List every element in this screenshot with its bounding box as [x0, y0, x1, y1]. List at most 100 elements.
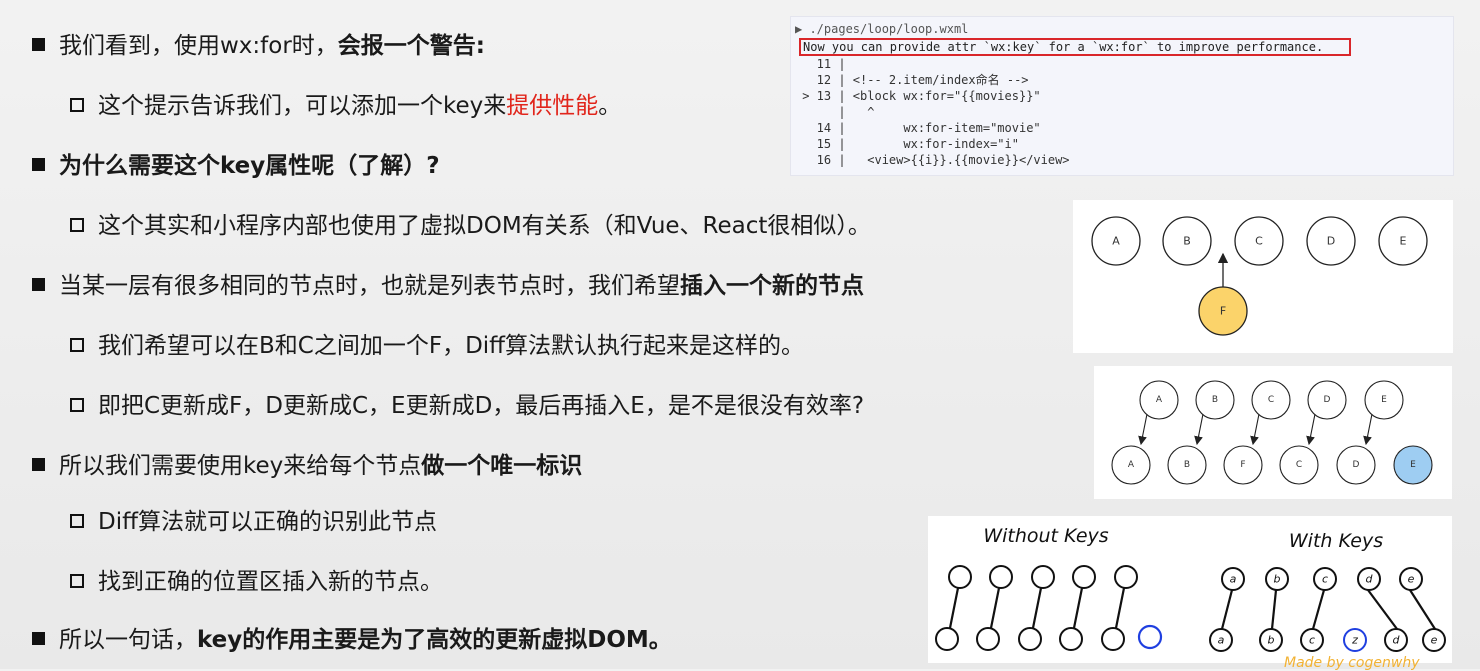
- without-keys-top-node: [1072, 565, 1096, 589]
- bullet-text: 提供性能: [506, 93, 599, 119]
- with-keys-link: [1409, 589, 1436, 630]
- node-label: A: [1112, 235, 1120, 248]
- with-keys-link: [1367, 589, 1398, 630]
- bottom-node-label: A: [1128, 460, 1135, 470]
- bullet-text: 我们看到，使用wx:for时，: [59, 33, 338, 59]
- diff-arrow: [1194, 413, 1204, 446]
- warning-box: Now you can provide attr `wx:key` for a …: [799, 38, 1351, 56]
- with-keys-top-label: b: [1274, 573, 1281, 586]
- sub-bullet-item: 我们希望可以在B和C之间加一个F，Diff算法默认执行起来是这样的。: [70, 326, 804, 366]
- code-line: 14 | wx:for-item="movie": [795, 121, 1041, 135]
- with-keys-top-label: a: [1230, 573, 1237, 586]
- bullet-text: 会报一个警告:: [337, 33, 485, 59]
- without-keys-bottom-node: [935, 627, 959, 651]
- hollow-square-bullet-icon: [70, 217, 84, 232]
- diagram-keys-svg: Without Keys With Keys a b c d e a b c z d e: [935, 525, 1446, 652]
- bullet-item: 我们看到，使用wx:for时，会报一个警告:: [32, 26, 485, 66]
- with-keys-bottom-label: c: [1309, 634, 1315, 647]
- top-node-label: C: [1268, 395, 1274, 405]
- bullet-text: 找到正确的位置区插入新的节点。: [98, 569, 443, 595]
- bullet-text: 做一个唯一标识: [421, 453, 583, 479]
- diagram-keys-comparison: Without Keys With Keys a b c d e a b c z d e: [928, 516, 1452, 663]
- filled-square-bullet-icon: [32, 158, 45, 171]
- diff-arrow: [1138, 413, 1148, 446]
- with-keys-link: [1220, 589, 1234, 630]
- node-label: B: [1183, 235, 1191, 248]
- without-keys-link: [1072, 587, 1084, 629]
- filled-square-bullet-icon: [32, 278, 45, 291]
- filled-square-bullet-icon: [32, 38, 45, 51]
- diff-arrow: [1363, 413, 1373, 446]
- bottom-node-label: F: [1240, 460, 1245, 470]
- bullet-item: 当某一层有很多相同的节点时，也就是列表节点时，我们希望插入一个新的节点: [32, 266, 864, 306]
- diagram-default-diff-svg: A B C D E A B F C D E: [1111, 380, 1433, 485]
- with-keys-bottom-label: b: [1268, 634, 1275, 647]
- node-label: D: [1327, 235, 1335, 248]
- with-keys-top-label: c: [1322, 573, 1328, 586]
- with-keys-top-label: e: [1408, 573, 1415, 586]
- without-keys-link: [1114, 587, 1126, 629]
- bullet-text: 插入一个新的节点: [680, 273, 864, 299]
- without-keys-top-node: [948, 565, 972, 589]
- code-warning-panel: ▶ ./pages/loop/loop.wxml Now you can pro…: [790, 16, 1454, 176]
- with-keys-bottom-label: e: [1431, 634, 1438, 647]
- with-keys-link: [1270, 589, 1278, 630]
- sub-bullet-item: 这个提示告诉我们，可以添加一个key来提供性能。: [70, 86, 621, 126]
- code-line: | ^: [795, 105, 875, 119]
- top-node-label: B: [1212, 395, 1218, 405]
- bullet-text: 即把C更新成F，D更新成C，E更新成D，最后再插入E，是不是很没有效率?: [98, 393, 865, 419]
- without-keys-new-node: [1137, 624, 1163, 650]
- sub-bullet-item: 找到正确的位置区插入新的节点。: [70, 562, 443, 602]
- node-label: E: [1400, 235, 1407, 248]
- sub-bullet-item: 即把C更新成F，D更新成C，E更新成D，最后再插入E，是不是很没有效率?: [70, 386, 864, 426]
- with-keys-bottom-label: z: [1351, 634, 1358, 647]
- diagram-insert-node-svg: A B C D E F: [1091, 216, 1428, 336]
- code-line: 12 | <!-- 2.item/index命名 -->: [795, 73, 1029, 87]
- hollow-square-bullet-icon: [70, 97, 84, 112]
- without-keys-bottom-node: [976, 627, 1000, 651]
- top-node-label: A: [1156, 395, 1163, 405]
- top-node-label: D: [1324, 395, 1331, 405]
- bullet-text: 这个提示告诉我们，可以添加一个key来: [98, 93, 507, 119]
- bullet-text: 这个其实和小程序内部也使用了虚拟DOM有关系（和Vue、React很相似）。: [98, 213, 871, 239]
- without-keys-bottom-node: [1018, 627, 1042, 651]
- with-keys-bottom-label: d: [1393, 634, 1401, 647]
- hollow-square-bullet-icon: [70, 573, 84, 588]
- diff-arrow: [1306, 413, 1316, 446]
- bottom-node-label: B: [1184, 460, 1190, 470]
- bullet-text: 所以我们需要使用key来给每个节点: [59, 453, 422, 479]
- hollow-square-bullet-icon: [70, 397, 84, 412]
- with-keys-title: With Keys: [1289, 530, 1383, 552]
- with-keys-bottom-label: a: [1218, 634, 1225, 647]
- without-keys-bottom-node: [1101, 627, 1125, 651]
- bullet-text: 所以一句话，: [59, 627, 197, 653]
- sub-bullet-item: Diff算法就可以正确的识别此节点: [70, 502, 437, 542]
- without-keys-bottom-node: [1059, 627, 1083, 651]
- sub-bullet-item: 这个其实和小程序内部也使用了虚拟DOM有关系（和Vue、React很相似）。: [70, 206, 871, 246]
- bullet-text: 为什么需要这个key属性呢（了解）?: [59, 153, 440, 179]
- diagram-default-diff: A B C D E A B F C D E: [1094, 366, 1452, 499]
- slide: 我们看到，使用wx:for时，会报一个警告: 这个提示告诉我们，可以添加一个key…: [0, 0, 1480, 671]
- with-keys-top-label: d: [1366, 573, 1374, 586]
- diagram-insert-node: A B C D E F: [1073, 200, 1453, 353]
- without-keys-top-node: [989, 565, 1013, 589]
- new-node-label: F: [1220, 305, 1226, 318]
- hollow-square-bullet-icon: [70, 337, 84, 352]
- without-keys-link: [989, 587, 1001, 629]
- filled-square-bullet-icon: [32, 632, 45, 645]
- bullet-text: 当某一层有很多相同的节点时，也就是列表节点时，我们希望: [59, 273, 680, 299]
- bullet-text: 。: [598, 93, 622, 119]
- bottom-node-label: E: [1410, 460, 1416, 470]
- code-line: > 13 | <block wx:for="{{movies}}": [795, 89, 1041, 103]
- bullet-text: Diff算法就可以正确的识别此节点: [98, 509, 437, 535]
- node-label: C: [1255, 235, 1263, 248]
- without-keys-top-node: [1031, 565, 1055, 589]
- code-line: 11 |: [795, 57, 846, 71]
- bullet-text: 我们希望可以在B和C之间加一个F，Diff算法默认执行起来是这样的。: [98, 333, 805, 359]
- bullet-item: 为什么需要这个key属性呢（了解）?: [32, 146, 440, 186]
- bottom-node-label: D: [1353, 460, 1360, 470]
- without-keys-title: Without Keys: [983, 525, 1108, 547]
- bullet-item: 所以一句话，key的作用主要是为了高效的更新虚拟DOM。: [32, 620, 672, 660]
- without-keys-link: [948, 587, 960, 629]
- filled-square-bullet-icon: [32, 458, 45, 471]
